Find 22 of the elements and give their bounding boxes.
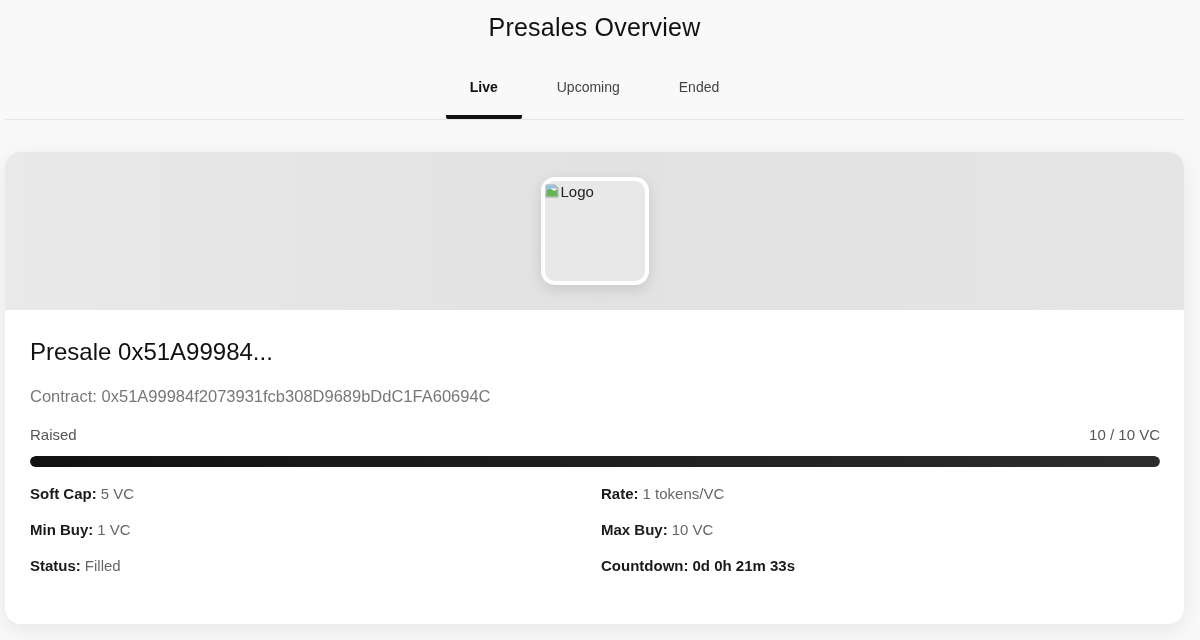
tab[interactable]: Ended — [654, 62, 744, 119]
detail-label: Status: — [30, 557, 81, 574]
tab[interactable]: Upcoming — [532, 62, 644, 119]
detail-label: Min Buy: — [30, 521, 94, 538]
countdown-value: 0d 0h 21m 33s — [692, 557, 796, 574]
presale-title: Presale 0x51A99984... — [30, 337, 274, 366]
logo-alt-text: Logo — [560, 182, 594, 202]
detail-label: Soft Cap: — [30, 485, 97, 502]
broken-image-icon — [544, 182, 561, 198]
raised-amount: 10 / 10 VC — [1089, 425, 1160, 445]
detail-label: Rate: — [601, 485, 639, 502]
page-title: Presales Overview — [487, 12, 702, 42]
detail-value: Filled — [84, 557, 121, 574]
tab[interactable]: Live — [445, 62, 522, 119]
detail-label: Max Buy: — [601, 521, 668, 538]
detail-label: Countdown: — [601, 557, 689, 574]
contract-address: Contract: 0x51A99984f2073931fcb308D9689bDdC1FA60694C — [30, 386, 492, 407]
detail-value: 1 VC — [97, 521, 131, 538]
detail-value: 1 tokens/VC — [642, 485, 725, 502]
detail-value: 10 VC — [671, 521, 714, 538]
detail-value: 5 VC — [100, 485, 135, 502]
raised-label: Raised — [30, 425, 77, 445]
